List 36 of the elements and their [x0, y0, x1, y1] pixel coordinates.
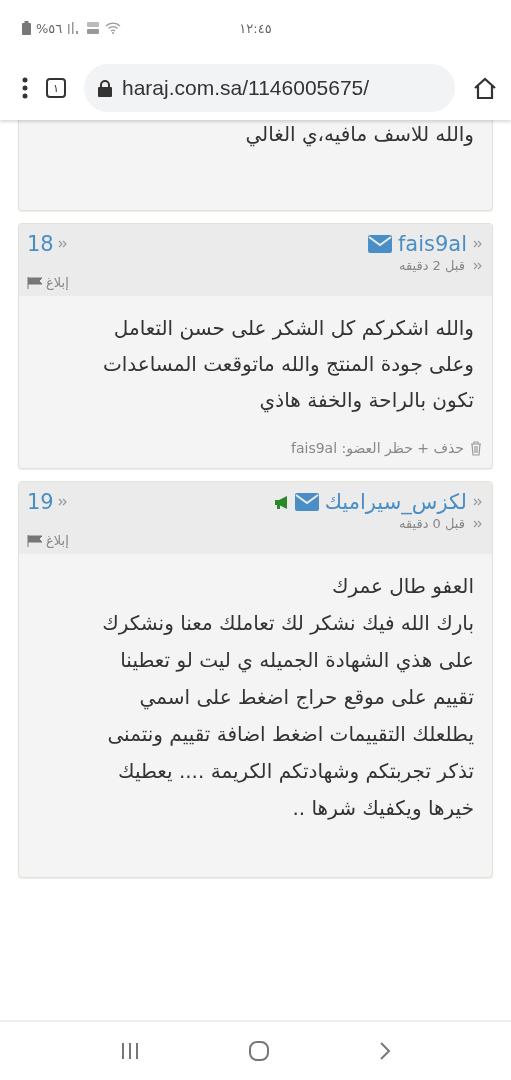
home-button-icon[interactable]	[248, 1041, 269, 1061]
recent-apps-icon[interactable]	[120, 1042, 139, 1060]
flag-icon	[27, 276, 43, 289]
double-chevron-icon	[473, 261, 482, 270]
double-chevron-icon	[473, 498, 482, 506]
double-chevron-icon	[473, 240, 482, 248]
comment-time: قبل 0 دقيقه	[399, 516, 465, 531]
home-icon[interactable]	[473, 77, 497, 99]
double-chevron-icon	[473, 519, 482, 528]
battery-icon	[22, 21, 31, 35]
comment-text: والله اشكركم كل الشكر على حسن التعامل وعلى جودة المنتج والله ماتوقعت المساعدات تكون بالراحة والخفة هاذي	[101, 315, 475, 415]
wifi-icon	[105, 22, 122, 34]
mail-icon[interactable]	[367, 235, 392, 253]
menu-icon[interactable]	[22, 77, 28, 99]
comment-number: 18	[27, 232, 54, 256]
double-chevron-icon	[57, 240, 67, 248]
report-link[interactable]: إبلاغ	[27, 275, 69, 290]
moderation-link[interactable]: حذف + حظر العضو: fais9al	[291, 440, 464, 456]
lock-icon	[98, 79, 112, 97]
comment-time: قبل 2 دقيقه	[399, 258, 465, 273]
network-icon	[86, 21, 101, 35]
author-link[interactable]: لكزس_سيراميك	[324, 490, 467, 514]
mail-icon[interactable]	[294, 493, 319, 511]
author-link[interactable]: fais9al	[397, 232, 467, 256]
tab-count-button[interactable]: ١	[46, 78, 66, 98]
clock: ١٢:٤٥	[239, 20, 272, 36]
battery-percent: %٥٦	[36, 20, 63, 36]
back-icon[interactable]	[378, 1042, 391, 1060]
address-field[interactable]: haraj.com.sa/1146005675/	[84, 64, 455, 112]
double-chevron-icon	[57, 498, 67, 506]
comment-text: العفو طال عمرك بارك الله فيك نشكر لك تعاملك معنا ونشكرك على هذي الشهادة الجميله ي ليت لو تعطينا تقييم على موقع حراج اضغط على اسمي يطلعلك التقييمات اضغط اضافة تقييم ونتمنى تذكر تجربتكم وشهادتكم الكريمة .... يعطيك خيرها ويكفيك شرها ..	[101, 573, 475, 822]
comment-text: والله للاسف مافيه،ي الغالي	[244, 121, 474, 148]
comment-number: 19	[27, 490, 54, 514]
flag-icon	[27, 534, 43, 547]
report-link[interactable]: إبلاغ	[27, 533, 69, 548]
trash-icon[interactable]	[470, 440, 482, 456]
